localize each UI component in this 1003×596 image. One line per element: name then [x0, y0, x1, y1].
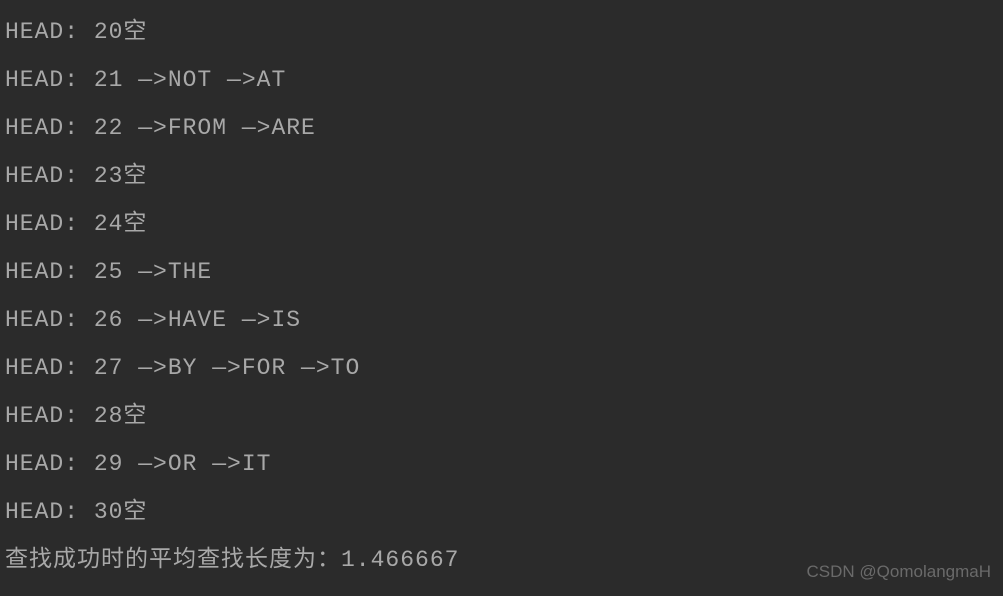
output-line: HEAD: 28空	[5, 392, 998, 440]
output-line: HEAD: 22 —>FROM —>ARE	[5, 104, 998, 152]
output-line: HEAD: 23空	[5, 152, 998, 200]
watermark: CSDN @QomolangmaH	[807, 562, 991, 582]
output-line: HEAD: 30空	[5, 488, 998, 536]
output-line: HEAD: 25 —>THE	[5, 248, 998, 296]
output-line: HEAD: 27 —>BY —>FOR —>TO	[5, 344, 998, 392]
output-line: HEAD: 29 —>OR —>IT	[5, 440, 998, 488]
output-line: HEAD: 26 —>HAVE —>IS	[5, 296, 998, 344]
terminal-output: HEAD: 20空 HEAD: 21 —>NOT —>AT HEAD: 22 —…	[0, 0, 1003, 592]
output-line: HEAD: 24空	[5, 200, 998, 248]
output-line: HEAD: 21 —>NOT —>AT	[5, 56, 998, 104]
output-line: HEAD: 20空	[5, 8, 998, 56]
